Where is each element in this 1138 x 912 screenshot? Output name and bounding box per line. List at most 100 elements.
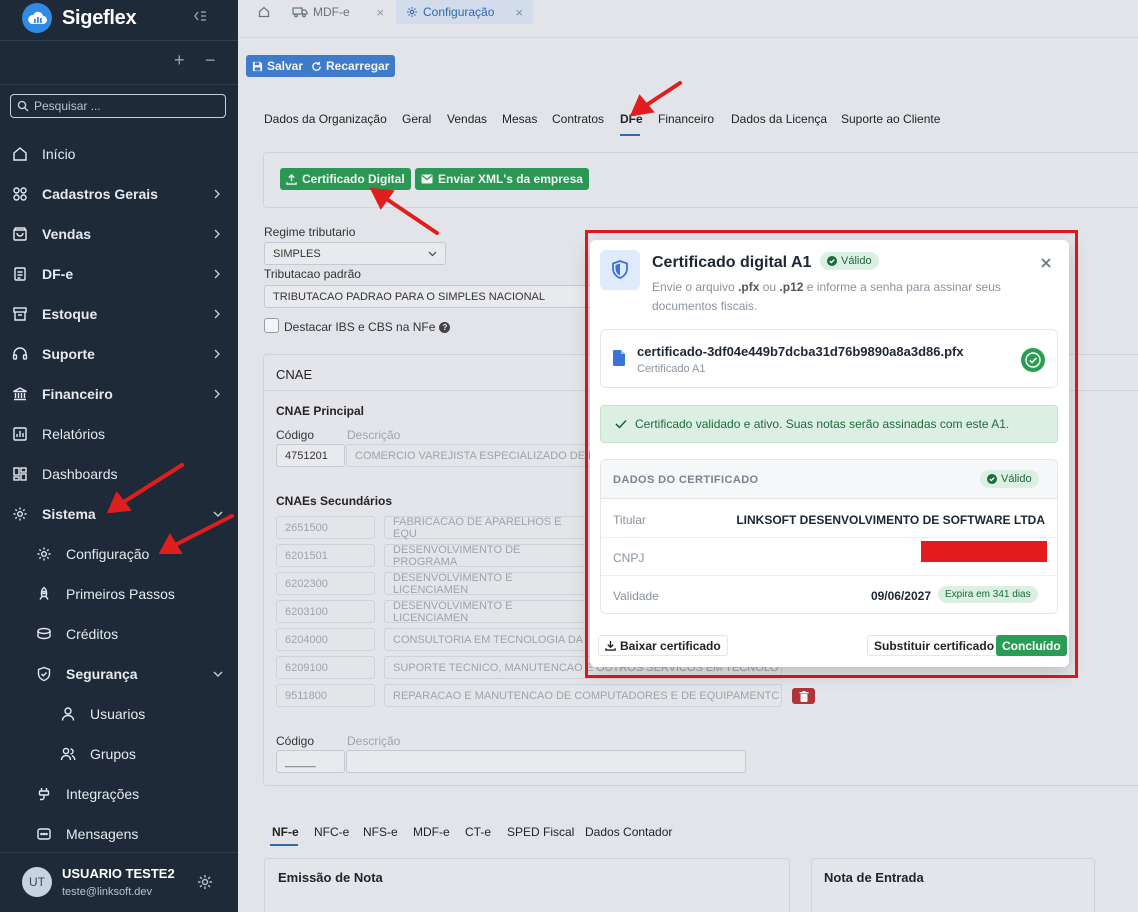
nav-grupos[interactable]: Grupos [0,734,238,774]
nav-financeiro[interactable]: Financeiro [0,374,238,414]
nav-label: Relatórios [42,426,106,442]
users-icon [60,747,76,761]
done-button[interactable]: Concluído [996,635,1067,656]
badge-label: Válido [1001,473,1032,485]
nav-label: Cadastros Gerais [42,186,158,202]
nav-sistema[interactable]: Sistema [0,494,238,534]
row-value: LINKSOFT DESENVOLVIMENTO DE SOFTWARE LTD… [736,513,1045,527]
nav-suporte[interactable]: Suporte [0,334,238,374]
cnpj-row: CNPJ [601,538,1057,576]
nav-primeiros-passos[interactable]: Primeiros Passos [0,574,238,614]
chevron-down-icon [213,671,223,677]
brand-name: Sigeflex [62,6,137,29]
nav-label: Início [42,146,76,162]
sidebar: Sigeflex + − Início Cadastros Gerais Ven… [0,0,238,912]
badge-label: Válido [841,255,872,267]
check-icon [615,419,627,429]
report-chart-icon [13,427,27,441]
headset-icon [12,347,28,360]
nav-label: Vendas [42,226,92,242]
nav-seguranca[interactable]: Segurança [0,654,238,694]
nav-label: Dashboards [42,466,118,482]
expand-all-button[interactable]: + [174,50,185,70]
download-certificate-button[interactable]: Baixar certificado [598,635,728,656]
nav-label: Configuração [66,546,150,562]
dashboard-icon [13,467,27,481]
nav-label: Integrações [66,786,140,802]
avatar[interactable]: UT [22,867,52,897]
file-name: certificado-3df04e449b7dcba31d76b9890a8a… [637,344,964,359]
status-badge: Válido [820,252,879,270]
coins-icon [37,627,51,640]
nav-label: Grupos [90,746,136,762]
nav-label: Usuarios [90,706,146,722]
replace-certificate-button[interactable]: Substituir certificado [867,635,1002,656]
nav-configuracao[interactable]: Configuração [0,534,238,574]
nav-label: Mensagens [66,826,139,842]
message-icon [37,828,51,840]
titular-row: Titular LINKSOFT DESENVOLVIMENTO DE SOFT… [601,500,1057,538]
modal-title: Certificado digital A1 [652,254,812,271]
nav-label: Estoque [42,306,98,322]
nav-label: Segurança [66,666,138,682]
status-badge: Válido [980,470,1039,488]
nav-relatorios[interactable]: Relatórios [0,414,238,454]
collapse-sidebar-icon[interactable] [191,7,209,25]
user-icon [61,707,75,721]
archive-icon [13,307,27,321]
shopping-bag-icon [13,227,27,241]
section-title: DADOS DO CERTIFICADO [613,474,759,486]
gear-icon [13,507,27,521]
nav-vendas[interactable]: Vendas [0,214,238,254]
shield-icon [600,250,640,290]
nav-estoque[interactable]: Estoque [0,294,238,334]
nav-dashboards[interactable]: Dashboards [0,454,238,494]
plug-icon [38,788,50,801]
nav-dfe[interactable]: DF-e [0,254,238,294]
brand[interactable]: Sigeflex [22,3,137,33]
nav-usuarios[interactable]: Usuarios [0,694,238,734]
nav-cadastros-gerais[interactable]: Cadastros Gerais [0,174,238,214]
shield-icon [37,666,51,682]
desc-ext: .pfx [738,280,760,294]
chevron-down-icon [213,511,223,517]
chevron-right-icon [214,269,220,279]
success-alert: Certificado validado e ativo. Suas notas… [600,405,1058,443]
row-key: CNPJ [613,551,645,565]
chevron-right-icon [214,349,220,359]
success-text: Certificado validado e ativo. Suas notas… [635,417,1010,431]
nav-mensagens[interactable]: Mensagens [0,814,238,854]
validade-row: Validade 09/06/2027 Expira em 341 dias [601,576,1057,614]
sidebar-divider [0,84,238,85]
redacted-value [921,541,1047,562]
download-icon [605,640,616,651]
collapse-all-button[interactable]: − [205,50,216,70]
row-value: 09/06/2027 [870,589,931,603]
chevron-right-icon [214,229,220,239]
file-icon [613,350,625,366]
certificate-modal: Certificado digital A1 Válido Envie o ar… [590,240,1069,667]
row-key: Validade [613,589,659,603]
user-panel: UT USUARIO TESTE2 teste@linksoft.dev [0,852,238,912]
gear-icon [37,547,51,561]
nav-creditos[interactable]: Créditos [0,614,238,654]
chevron-right-icon [214,389,220,399]
nav-label: Primeiros Passos [66,586,175,602]
bank-icon [13,387,27,401]
nav-label: Financeiro [42,386,113,402]
nav-inicio[interactable]: Início [0,134,238,174]
nav-integracoes[interactable]: Integrações [0,774,238,814]
search-input[interactable] [34,99,214,113]
close-icon[interactable] [1040,257,1052,269]
nav-label: Sistema [42,506,96,522]
rocket-icon [39,586,49,600]
chevron-right-icon [214,309,220,319]
sidebar-search[interactable] [10,94,226,118]
expiry-badge: Expira em 341 dias [938,586,1038,603]
home-icon [13,147,27,161]
file-type: Certificado A1 [637,363,706,375]
check-circle-icon [827,256,837,266]
sidebar-divider [0,40,238,41]
user-name: USUARIO TESTE2 [62,866,175,881]
user-settings-icon[interactable] [196,873,214,891]
